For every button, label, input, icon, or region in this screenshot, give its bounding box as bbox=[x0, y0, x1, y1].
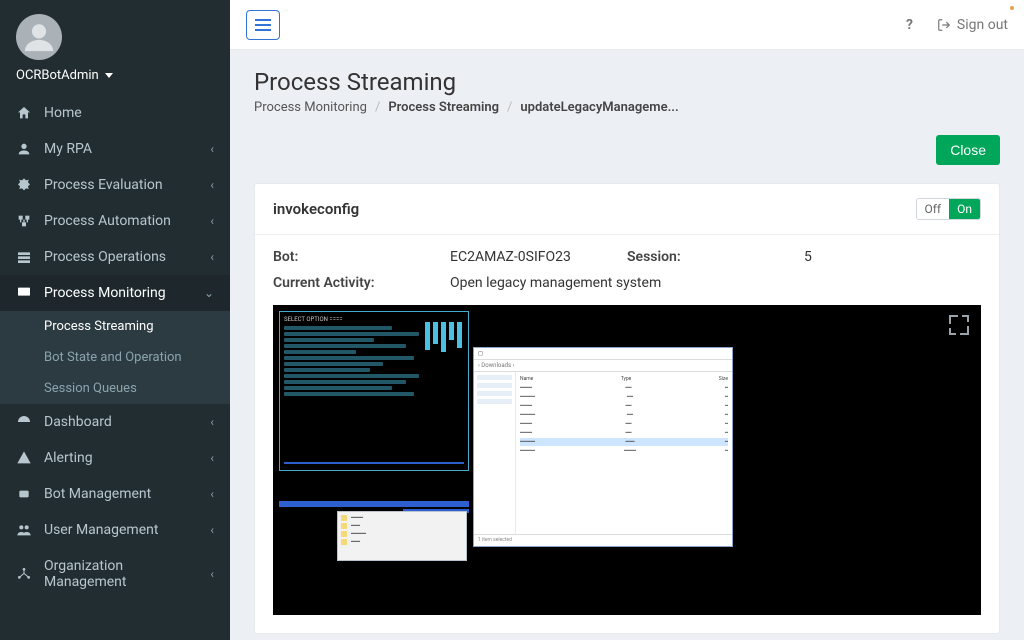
sidebar-item-organization-management[interactable]: Organization Management ‹ bbox=[0, 548, 230, 600]
sidebar-item-label: Process Monitoring bbox=[44, 285, 166, 301]
bot-label: Bot: bbox=[273, 249, 363, 265]
username-dropdown[interactable]: OCRBotAdmin bbox=[16, 68, 214, 83]
sidebar-item-process-evaluation[interactable]: Process Evaluation ‹ bbox=[0, 167, 230, 203]
chevron-left-icon: ‹ bbox=[210, 142, 214, 156]
sidebar-item-label: Process Evaluation bbox=[44, 177, 163, 193]
hamburger-button[interactable] bbox=[246, 10, 280, 40]
caret-down-icon bbox=[105, 73, 113, 78]
activity-label: Current Activity: bbox=[273, 275, 423, 291]
chevron-left-icon: ‹ bbox=[210, 178, 214, 192]
sidebar-item-label: Home bbox=[44, 105, 82, 121]
help-icon[interactable]: ? bbox=[906, 17, 913, 33]
chevron-left-icon: ‹ bbox=[210, 214, 214, 228]
signout-label: Sign out bbox=[957, 17, 1008, 33]
bot-icon bbox=[16, 486, 32, 502]
chevron-left-icon: ‹ bbox=[210, 250, 214, 264]
remote-divider bbox=[279, 501, 469, 507]
sidebar-sub-process-streaming[interactable]: Process Streaming bbox=[0, 311, 230, 342]
bot-value: EC2AMAZ-0SIFO23 bbox=[450, 249, 571, 265]
breadcrumb-current: updateLegacyManageme... bbox=[520, 100, 678, 115]
remote-terminal-window: SELECT OPTION ==== bbox=[279, 311, 469, 471]
user-block: OCRBotAdmin bbox=[0, 0, 230, 95]
activity-value: Open legacy management system bbox=[450, 275, 661, 291]
breadcrumb-sep: / bbox=[507, 100, 512, 115]
operations-icon bbox=[16, 249, 32, 265]
sidebar-item-label: Bot Management bbox=[44, 486, 151, 502]
sidebar-item-label: Process Operations bbox=[44, 249, 166, 265]
content: Process Streaming Process Monitoring / P… bbox=[230, 50, 1024, 640]
sidebar-item-process-automation[interactable]: Process Automation ‹ bbox=[0, 203, 230, 239]
stream-panel: invokeconfig Off On Bot: EC2AMAZ-0SIFO23… bbox=[254, 183, 1000, 634]
page-title: Process Streaming bbox=[254, 68, 1000, 96]
notification-dot bbox=[1010, 6, 1014, 10]
person-icon bbox=[16, 141, 32, 157]
remote-small-window: ━━━━ ━━━ ━━━━━ ━━━ bbox=[337, 511, 467, 561]
session-label: Session: bbox=[627, 249, 717, 265]
users-icon bbox=[16, 522, 32, 538]
monitor-icon bbox=[16, 285, 32, 301]
sidebar-item-process-monitoring[interactable]: Process Monitoring ⌄ bbox=[0, 275, 230, 311]
sidebar: OCRBotAdmin Home My RPA ‹ Process Evalua… bbox=[0, 0, 230, 640]
sidebar-item-label: User Management bbox=[44, 522, 158, 538]
toggle-on[interactable]: On bbox=[949, 199, 980, 219]
signout-button[interactable]: Sign out bbox=[937, 17, 1008, 33]
panel-title: invokeconfig bbox=[273, 200, 359, 218]
breadcrumb: Process Monitoring / Process Streaming /… bbox=[254, 100, 1000, 115]
sidebar-item-bot-management[interactable]: Bot Management ‹ bbox=[0, 476, 230, 512]
sidebar-nav: Home My RPA ‹ Process Evaluation ‹ Proce… bbox=[0, 95, 230, 600]
sidebar-item-alerting[interactable]: Alerting ‹ bbox=[0, 440, 230, 476]
sidebar-item-label: Alerting bbox=[44, 450, 93, 466]
toggle-off[interactable]: Off bbox=[917, 199, 950, 219]
sidebar-sub-session-queues[interactable]: Session Queues bbox=[0, 373, 230, 404]
breadcc-sep: / bbox=[375, 100, 380, 115]
main-area: ? Sign out Process Streaming Process Mon… bbox=[230, 0, 1024, 640]
breadcrumb-process-streaming[interactable]: Process Streaming bbox=[388, 100, 499, 115]
org-icon bbox=[16, 566, 32, 582]
dashboard-icon bbox=[16, 414, 32, 430]
breadcrumb-process-monitoring[interactable]: Process Monitoring bbox=[254, 100, 367, 115]
home-icon bbox=[16, 105, 32, 121]
sidebar-item-label: Organization Management bbox=[44, 558, 198, 590]
alert-icon bbox=[16, 450, 32, 466]
stream-toggle[interactable]: Off On bbox=[916, 198, 982, 220]
topbar: ? Sign out bbox=[230, 0, 1024, 50]
sidebar-item-my-rpa[interactable]: My RPA ‹ bbox=[0, 131, 230, 167]
sidebar-item-label: My RPA bbox=[44, 141, 92, 157]
chevron-left-icon: ‹ bbox=[210, 487, 214, 501]
username-label: OCRBotAdmin bbox=[16, 68, 99, 83]
chevron-left-icon: ‹ bbox=[210, 415, 214, 429]
chevron-left-icon: ‹ bbox=[210, 567, 214, 581]
sidebar-item-process-operations[interactable]: Process Operations ‹ bbox=[0, 239, 230, 275]
sidebar-sub-bot-state[interactable]: Bot State and Operation bbox=[0, 342, 230, 373]
sidebar-item-user-management[interactable]: User Management ‹ bbox=[0, 512, 230, 548]
sidebar-item-label: Dashboard bbox=[44, 414, 112, 430]
close-button[interactable]: Close bbox=[936, 135, 1000, 165]
sidebar-submenu-monitoring: Process Streaming Bot State and Operatio… bbox=[0, 311, 230, 404]
chevron-down-icon: ⌄ bbox=[204, 286, 214, 300]
remote-explorer-window: ◻ › Downloads › NameTypeSize ━━━━━━━ ━━━… bbox=[473, 347, 733, 547]
session-value: 5 bbox=[804, 249, 812, 265]
stream-viewport[interactable]: SELECT OPTION ==== ◻ › Down bbox=[273, 305, 981, 615]
sidebar-item-home[interactable]: Home bbox=[0, 95, 230, 131]
sidebar-item-dashboard[interactable]: Dashboard ‹ bbox=[0, 404, 230, 440]
chevron-left-icon: ‹ bbox=[210, 523, 214, 537]
automation-icon bbox=[16, 213, 32, 229]
sidebar-item-label: Process Automation bbox=[44, 213, 171, 229]
check-badge-icon bbox=[16, 177, 32, 193]
fullscreen-icon[interactable] bbox=[949, 315, 969, 335]
chevron-left-icon: ‹ bbox=[210, 451, 214, 465]
avatar[interactable] bbox=[16, 14, 62, 60]
